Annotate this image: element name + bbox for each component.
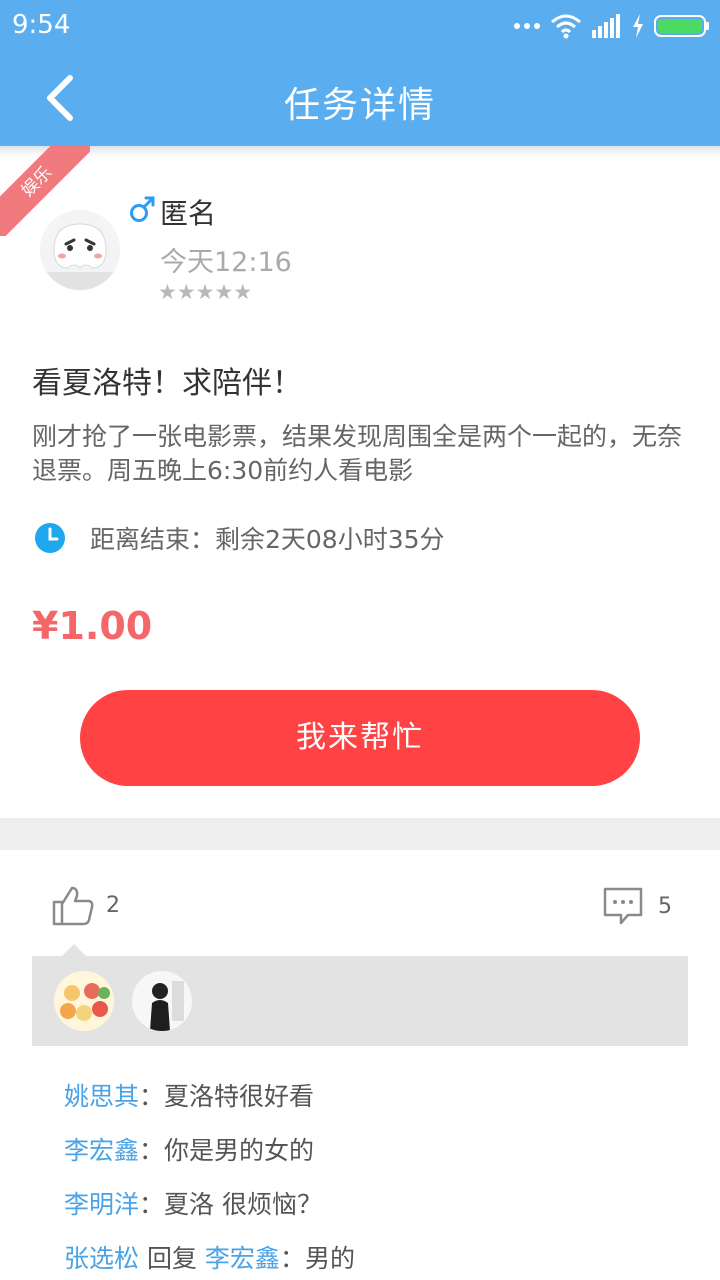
star-icon: ★ bbox=[214, 280, 234, 304]
likers-caret bbox=[62, 944, 86, 956]
like-button[interactable]: 2 bbox=[50, 882, 120, 928]
star-icon: ★ bbox=[195, 280, 215, 304]
comment-list: 姚思其：夏洛特很好看 李宏鑫：你是男的女的 李明洋：夏洛 很烦恼？ 张选松 回复… bbox=[64, 1070, 355, 1280]
liker-avatar[interactable] bbox=[54, 971, 114, 1031]
like-count: 2 bbox=[106, 892, 120, 918]
app-bar: 任务详情 bbox=[0, 52, 720, 146]
rating-stars: ★ ★ ★ ★ ★ bbox=[158, 280, 253, 304]
avatar[interactable] bbox=[40, 210, 120, 290]
post-time: 今天12:16 bbox=[160, 247, 292, 278]
task-price: ¥1.00 bbox=[32, 604, 153, 648]
username: 匿名 bbox=[160, 197, 217, 230]
comment-text: ：你是男的女的 bbox=[139, 1136, 315, 1165]
comment-count: 5 bbox=[658, 893, 672, 919]
page-title: 任务详情 bbox=[283, 85, 436, 126]
reply-word: 回复 bbox=[139, 1244, 205, 1273]
task-description: 刚才抢了一张电影票，结果发现周围全是两个一起的，无奈退票。周五晚上6:30前约人… bbox=[32, 422, 683, 485]
comment-item[interactable]: 李明洋：夏洛 很烦恼？ bbox=[64, 1178, 355, 1232]
comment-item[interactable]: 姚思其：夏洛特很好看 bbox=[64, 1070, 355, 1124]
comment-text: ：男的 bbox=[279, 1244, 355, 1273]
male-icon bbox=[130, 196, 155, 222]
ghost-avatar-icon bbox=[40, 210, 120, 290]
status-bar: 9:54 bbox=[0, 0, 720, 52]
comment-text: ：夏洛特很好看 bbox=[139, 1082, 315, 1111]
comment-item[interactable]: 张选松 回复 李宏鑫：男的 bbox=[64, 1232, 355, 1280]
comment-author[interactable]: 姚思其 bbox=[64, 1082, 139, 1111]
status-time: 9:54 bbox=[12, 10, 71, 40]
star-icon: ★ bbox=[176, 280, 196, 304]
comment-author[interactable]: 李明洋 bbox=[64, 1190, 139, 1219]
signal-icon bbox=[592, 14, 620, 38]
header-shadow bbox=[0, 146, 720, 156]
help-button[interactable]: 我来帮忙 bbox=[80, 690, 640, 786]
comment-author[interactable]: 李宏鑫 bbox=[64, 1136, 139, 1165]
thumbs-up-icon bbox=[52, 886, 94, 926]
countdown-text: 距离结束：剩余2天08小时35分 bbox=[90, 525, 445, 554]
photo-avatar-icon bbox=[132, 971, 192, 1031]
comment-author[interactable]: 张选松 bbox=[64, 1244, 139, 1273]
countdown: 距离结束：剩余2天08小时35分 bbox=[34, 520, 445, 556]
clock-icon bbox=[35, 523, 65, 553]
star-icon: ★ bbox=[233, 280, 253, 304]
charging-icon bbox=[633, 14, 643, 38]
status-icons bbox=[514, 10, 710, 42]
comment-item[interactable]: 李宏鑫：你是男的女的 bbox=[64, 1124, 355, 1178]
comment-icon bbox=[603, 887, 643, 925]
reply-target[interactable]: 李宏鑫 bbox=[205, 1244, 280, 1273]
section-divider bbox=[0, 818, 720, 850]
cartoon-avatar-icon bbox=[54, 971, 114, 1031]
more-dots-icon bbox=[514, 23, 540, 29]
likers-panel bbox=[32, 956, 688, 1046]
battery-icon bbox=[654, 15, 709, 37]
liker-avatar[interactable] bbox=[132, 971, 192, 1031]
wifi-icon bbox=[551, 14, 581, 39]
star-icon: ★ bbox=[158, 280, 177, 304]
task-title: 看夏洛特！求陪伴！ bbox=[32, 366, 302, 401]
comment-button[interactable]: 5 bbox=[602, 886, 672, 926]
comment-text: ：夏洛 很烦恼？ bbox=[139, 1190, 322, 1219]
